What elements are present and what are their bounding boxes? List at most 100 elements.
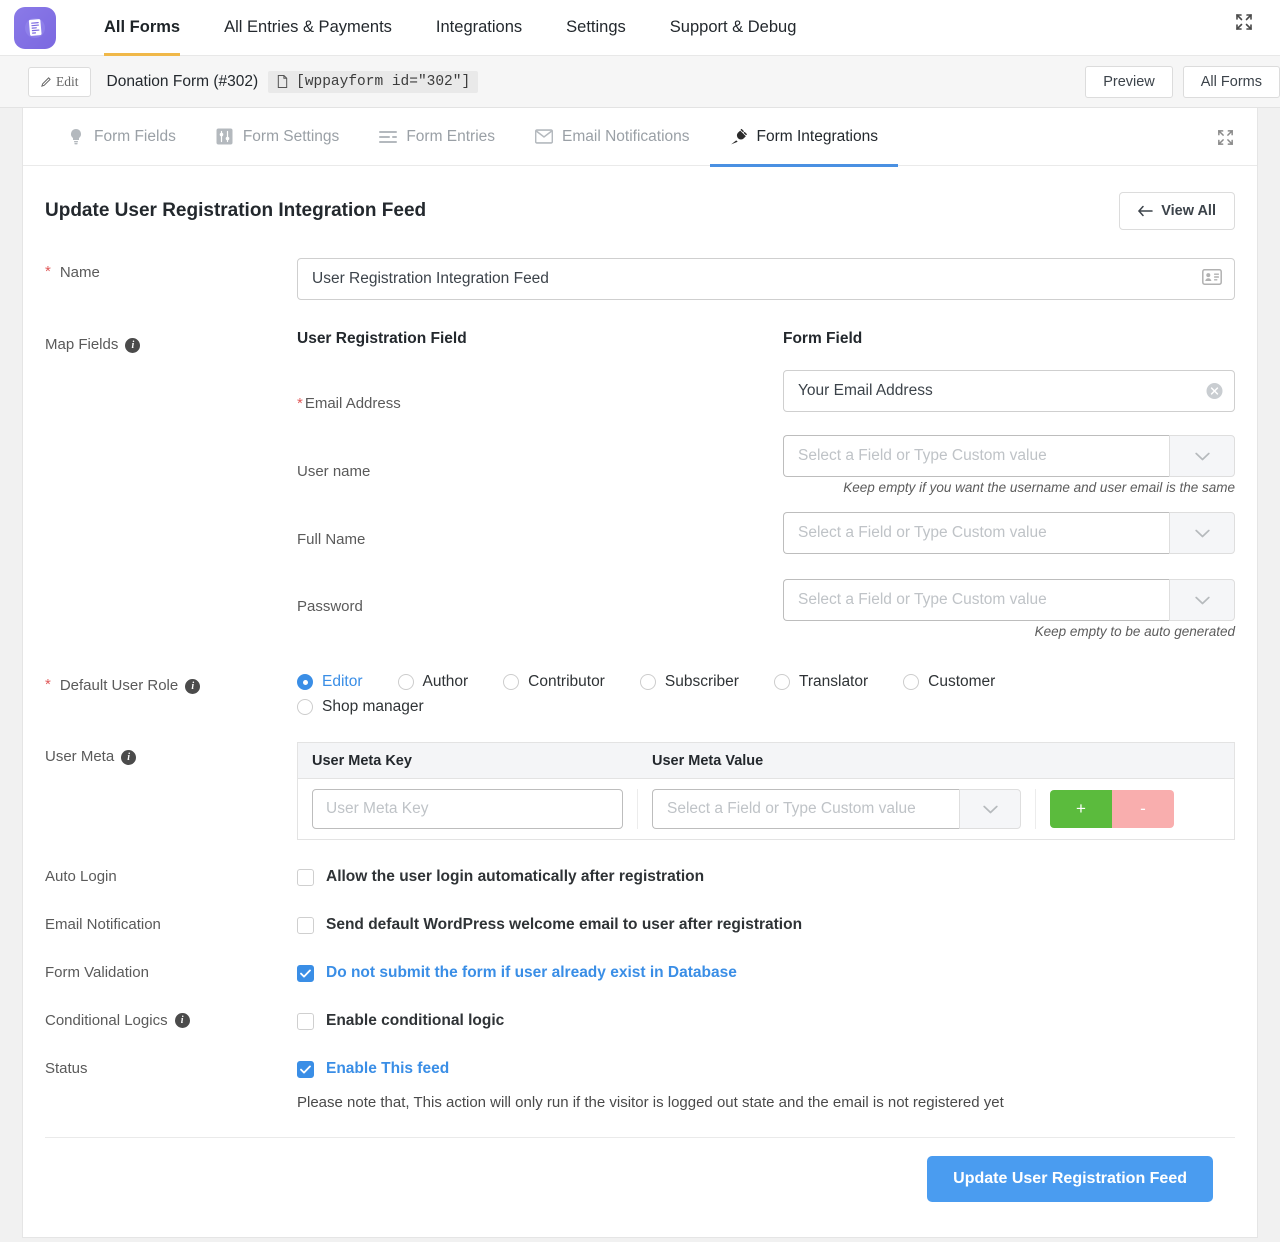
hint-password: Keep empty to be auto generated <box>1034 624 1235 639</box>
list-lines-icon <box>379 128 398 146</box>
user-meta-actions-cell: + - <box>1036 790 1234 828</box>
radio-dot-icon <box>903 674 920 690</box>
chevron-down-icon[interactable] <box>1169 579 1235 621</box>
radio-customer[interactable]: Customer <box>903 673 995 691</box>
radio-author[interactable]: Author <box>397 673 468 691</box>
radio-editor[interactable]: Editor <box>297 673 363 691</box>
email-field-wrap <box>783 370 1235 412</box>
info-icon[interactable]: i <box>125 338 141 353</box>
chevron-down-icon[interactable] <box>1169 435 1235 477</box>
view-all-label: View All <box>1161 203 1216 219</box>
user-meta-value-input[interactable] <box>652 789 959 829</box>
app-root: All Forms All Entries & Payments Integra… <box>0 0 1280 1242</box>
name-label: * Name <box>45 258 297 300</box>
radio-translator[interactable]: Translator <box>773 673 869 691</box>
checkbox-form-validation[interactable]: Do not submit the form if user already e… <box>297 964 1235 982</box>
form-validation-body: Do not submit the form if user already e… <box>297 964 1235 982</box>
lightbulb-icon <box>67 128 85 146</box>
info-icon[interactable]: i <box>185 679 201 694</box>
user-meta-key-input[interactable] <box>312 789 623 829</box>
checkbox-email-notification[interactable]: Send default WordPress welcome email to … <box>297 916 1235 934</box>
chevron-down-icon[interactable] <box>959 789 1021 829</box>
column-header-user-meta-key: User Meta Key <box>312 752 412 769</box>
expand-arrows-icon[interactable] <box>1216 128 1235 147</box>
all-forms-button[interactable]: All Forms <box>1182 66 1280 98</box>
map-value-password: Keep empty to be auto generated <box>783 579 1235 639</box>
map-input-full-name[interactable] <box>783 512 1169 554</box>
tab-form-settings[interactable]: Form Settings <box>196 108 359 166</box>
user-meta-table-header: User Meta Key User Meta Value <box>298 743 1234 779</box>
all-forms-label: All Forms <box>1200 74 1262 90</box>
form-shortcode[interactable]: [wppayform id="302"] <box>268 70 479 93</box>
info-icon[interactable]: i <box>121 750 137 765</box>
shortcode-text: [wppayform id="302"] <box>296 73 471 90</box>
checkbox-label: Do not submit the form if user already e… <box>326 964 737 981</box>
tab-email-notifications[interactable]: Email Notifications <box>515 108 710 166</box>
update-user-registration-feed-button[interactable]: Update User Registration Feed <box>927 1156 1213 1202</box>
user-name-select-wrap <box>783 435 1235 477</box>
checkbox-label: Enable conditional logic <box>326 1012 505 1029</box>
tab-form-integrations[interactable]: Form Integrations <box>709 108 899 167</box>
chevron-down-icon[interactable] <box>1169 512 1235 554</box>
radio-label: Translator <box>798 673 869 690</box>
radio-label: Shop manager <box>322 698 424 715</box>
envelope-icon <box>535 128 554 146</box>
map-field-name-email-address: * Email Address <box>297 370 783 437</box>
topnav-item-settings[interactable]: Settings <box>544 0 648 56</box>
preview-button[interactable]: Preview <box>1085 66 1173 98</box>
required-asterisk: * <box>297 395 303 412</box>
radio-subscriber[interactable]: Subscriber <box>639 673 739 691</box>
clear-circle-icon[interactable] <box>1206 383 1223 400</box>
checkbox-icon <box>297 1012 314 1030</box>
checkbox-enable-feed[interactable]: Enable This feed <box>297 1060 1235 1078</box>
feed-name-input[interactable] <box>297 258 1235 300</box>
map-field-label: Email Address <box>304 395 401 412</box>
default-user-role-body: Editor Author Contributor Subscriber Tra… <box>297 671 1235 716</box>
topnav-item-all-entries-payments[interactable]: All Entries & Payments <box>202 0 414 56</box>
checkbox-auto-login[interactable]: Allow the user login automatically after… <box>297 868 1235 886</box>
radio-dot-icon <box>297 674 313 690</box>
tab-form-entries[interactable]: Form Entries <box>359 108 515 166</box>
auto-login-label: Auto Login <box>45 868 297 885</box>
edit-form-button[interactable]: Edit <box>28 66 91 97</box>
auto-login-body: Allow the user login automatically after… <box>297 868 1235 886</box>
radio-contributor[interactable]: Contributor <box>503 673 605 691</box>
checkbox-label: Enable This feed <box>326 1060 450 1077</box>
radio-dot-icon <box>397 674 414 690</box>
column-header-form-field: Form Field <box>783 330 863 347</box>
table-row: + - <box>298 779 1234 839</box>
row-user-meta: User Meta i User Meta Key User Meta Valu… <box>45 742 1235 840</box>
add-meta-row-button[interactable]: + <box>1050 790 1112 828</box>
status-note: Please note that, This action will only … <box>297 1094 1004 1111</box>
map-fields-label-text: Map Fields <box>45 336 119 353</box>
checkbox-conditional-logic[interactable]: Enable conditional logic <box>297 1012 1235 1030</box>
expand-arrows-icon[interactable] <box>1234 12 1254 32</box>
form-bar-actions: Preview All Forms <box>1075 66 1280 98</box>
row-form-validation: Form Validation Do not submit the form i… <box>45 964 1235 982</box>
address-card-icon[interactable] <box>1202 269 1222 289</box>
map-value-user-name: Keep empty if you want the username and … <box>783 435 1235 495</box>
map-field-name-user-name: User name <box>297 437 783 506</box>
user-meta-value-select-wrap <box>652 789 1021 829</box>
map-field-label: Full Name <box>297 531 366 548</box>
top-navigation: All Forms All Entries & Payments Integra… <box>0 0 1280 56</box>
row-default-user-role: * Default User Role i Editor Author Cont… <box>45 671 1235 716</box>
topnav-item-all-forms[interactable]: All Forms <box>82 0 202 56</box>
map-input-user-name[interactable] <box>783 435 1169 477</box>
info-icon[interactable]: i <box>174 1013 190 1028</box>
map-input-password[interactable] <box>783 579 1169 621</box>
full-name-select-wrap <box>783 512 1235 554</box>
tab-label: Form Integrations <box>756 127 878 145</box>
map-input-email-address[interactable] <box>783 370 1235 412</box>
conditional-logics-body: Enable conditional logic <box>297 1012 1235 1030</box>
remove-meta-row-button[interactable]: - <box>1112 790 1174 828</box>
view-all-button[interactable]: View All <box>1119 192 1235 230</box>
topnav-item-support-debug[interactable]: Support & Debug <box>648 0 819 56</box>
feed-form: Update User Registration Integration Fee… <box>23 166 1257 1220</box>
map-field-name-password: Password <box>297 573 783 640</box>
map-fields-grid: User Registration Field * Email Address … <box>297 330 1235 647</box>
topnav-item-integrations[interactable]: Integrations <box>414 0 544 56</box>
pencil-icon <box>41 76 51 87</box>
radio-shop-manager[interactable]: Shop manager <box>297 698 1200 716</box>
tab-form-fields[interactable]: Form Fields <box>47 108 196 166</box>
